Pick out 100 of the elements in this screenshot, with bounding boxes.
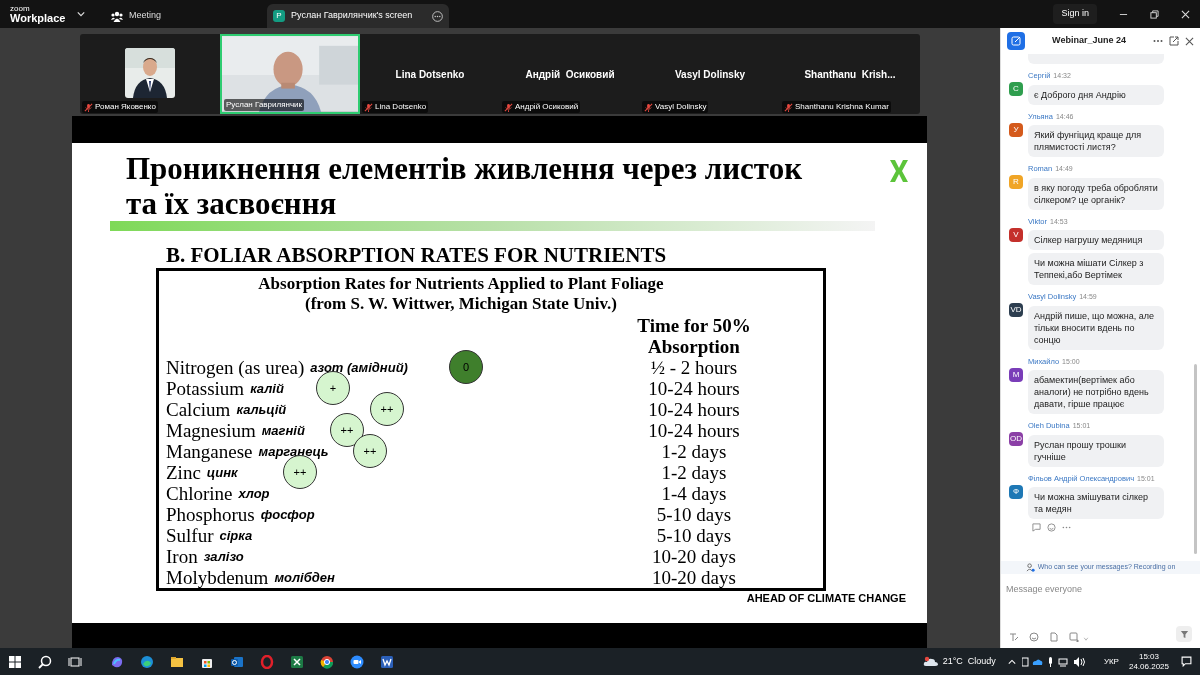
windows-icon[interactable] xyxy=(8,654,22,669)
participant-label: Роман Яковенко xyxy=(95,101,156,113)
message-bubble: в яку погоду треба обробляти сілкером? це органік? xyxy=(1028,177,1164,210)
handwritten-note: магній xyxy=(261,421,305,440)
absorption-time: 1-2 days xyxy=(660,441,728,462)
slide-title: Проникнення елементів живлення через листок xyxy=(126,151,802,186)
nutrient-name: Chlorine xyxy=(166,483,233,504)
compose-icon[interactable] xyxy=(1007,32,1025,50)
avatar: M xyxy=(1009,367,1023,382)
annotation-mark: ++ xyxy=(330,413,364,447)
participant-name: Shanthanu Krish... xyxy=(803,68,897,82)
handwritten-note: сірка xyxy=(219,526,253,545)
emoji-icon[interactable] xyxy=(1029,632,1039,642)
message-input[interactable]: Message everyone xyxy=(1005,578,1196,600)
format-icon[interactable] xyxy=(1009,632,1019,642)
annotation-mark: 0 xyxy=(449,350,483,384)
spreadsheet-app-icon[interactable] xyxy=(290,654,304,669)
logo-text: Workplace xyxy=(10,12,67,24)
absorption-time: 10-20 days xyxy=(651,567,737,588)
annotation-mark: ++ xyxy=(283,455,317,489)
avatar: У xyxy=(1009,122,1023,137)
nutrient-name: Calcium xyxy=(166,399,231,420)
restore-icon[interactable] xyxy=(1150,9,1159,19)
annotation-mark: ++ xyxy=(370,392,404,426)
handwritten-note: цинк xyxy=(206,463,238,482)
avatar: Ф xyxy=(1009,484,1023,499)
tab[interactable]: Meeting xyxy=(105,4,168,28)
x-logo-icon xyxy=(889,159,909,183)
participant-label: Lina Dotsenko xyxy=(375,101,427,113)
logo-text: zoom xyxy=(10,4,31,13)
absorption-time: 1-4 days xyxy=(660,483,728,504)
message-bubble: Чи можна змішувати сілкер та медян xyxy=(1028,487,1164,519)
message-bubble: Сілкер нагрушу медяниця xyxy=(1028,230,1164,250)
language-indicator[interactable]: УКР xyxy=(1103,655,1119,668)
avatar: V xyxy=(1009,227,1023,242)
search-icon[interactable] xyxy=(38,654,52,669)
handwritten-note: залізо xyxy=(203,547,244,566)
close-icon[interactable] xyxy=(1185,36,1194,46)
nutrient-name: Manganese xyxy=(166,441,253,462)
column-header: Time for 50% xyxy=(637,315,751,336)
message-bubble: є Доброго дня Андрію xyxy=(1028,84,1164,105)
handwritten-note: хлор xyxy=(238,484,270,503)
slide-footer: AHEAD OF CLIMATE CHANGE xyxy=(746,589,906,606)
folder-icon[interactable] xyxy=(170,654,184,669)
pop-out-icon[interactable] xyxy=(1169,36,1179,46)
avatar: OD xyxy=(1009,432,1023,446)
people-icon xyxy=(111,10,123,22)
slide-title: та їх засвоєння xyxy=(126,186,337,221)
sign-in-button[interactable]: Sign in xyxy=(1053,4,1097,24)
participant-label: Shanthanu Krishna Kumar xyxy=(795,101,889,113)
nutrient-name: Iron xyxy=(166,546,198,567)
message-bubble: Чи можна мішати Сілкер з Теппекі,або Вертімек xyxy=(1028,253,1164,285)
table-title: Absorption Rates for Nutrients Applied to Plant Foliage xyxy=(258,274,664,294)
absorption-time: ½ - 2 hours xyxy=(649,357,739,378)
notification-icon[interactable] xyxy=(1181,656,1192,667)
mail-app-icon[interactable] xyxy=(230,654,244,669)
avatar: R xyxy=(1009,175,1023,189)
cloud-icon[interactable] xyxy=(922,656,939,667)
browser-icon[interactable] xyxy=(140,654,154,669)
absorption-time: 1-2 days xyxy=(660,462,728,483)
avatar: С xyxy=(1009,82,1023,96)
task-view-icon[interactable] xyxy=(68,654,82,669)
document-app-icon[interactable] xyxy=(380,654,394,669)
video-app-icon[interactable] xyxy=(350,654,364,669)
avatar: VD xyxy=(1009,303,1023,317)
send-button[interactable] xyxy=(1176,626,1192,642)
weather-text: 21°C Cloudy xyxy=(942,654,996,668)
column-header: Absorption xyxy=(648,336,740,357)
handwritten-note: фосфор xyxy=(260,505,315,524)
more-icon[interactable] xyxy=(432,10,444,22)
emoji-icon[interactable] xyxy=(1047,523,1056,532)
tab[interactable]: P Руслан Гаврилянчик's screen xyxy=(267,4,450,28)
nutrient-name: Potassium xyxy=(166,378,245,399)
chevron-down-icon[interactable] xyxy=(77,10,85,18)
handwritten-note: молібден xyxy=(274,568,335,587)
chevron-up-icon[interactable] xyxy=(1007,657,1016,666)
nutrient-name: Magnesium xyxy=(166,420,256,441)
message-bubble: Який фунгіцид краще для плямистості листя? xyxy=(1028,125,1164,157)
message-bubble: абамектин(вертімек або аналоги) не потрібно вдень давати, гірше працює xyxy=(1028,370,1164,414)
circle-app-icon[interactable] xyxy=(320,654,334,669)
message-bubble: Андрій пише, що можна, але тільки вносити вдень по сонцю xyxy=(1028,305,1164,350)
absorption-time: 10-24 hours xyxy=(647,378,741,399)
clock[interactable]: 15:03 24.06.2025 xyxy=(1128,651,1169,672)
annotation-mark: ++ xyxy=(353,434,387,468)
participant-name: Vasyl Dolinsky xyxy=(673,68,746,82)
handwritten-note: кальцій xyxy=(236,400,287,419)
swirl-app-icon[interactable] xyxy=(110,654,124,669)
absorption-time: 5-10 days xyxy=(655,504,733,525)
nutrient-name: Nitrogen (as urea) xyxy=(166,357,305,378)
nutrient-name: Zinc xyxy=(166,462,201,483)
absorption-time: 10-20 days xyxy=(651,546,737,567)
ring-app-icon[interactable] xyxy=(260,654,274,669)
table-title: (from S. W. Wittwer, Michigan State Univ.) xyxy=(305,294,617,314)
slide-subtitle: B. FOLIAR ABSORPTION RATES FOR NUTRIENTS xyxy=(166,244,668,266)
avatar: P xyxy=(273,10,286,22)
message-bubble: Руслан прошу трошки гучніше xyxy=(1028,434,1164,467)
nutrient-name: Molybdenum xyxy=(166,567,269,588)
handwritten-note: калій xyxy=(250,379,284,398)
nutrient-name: Sulfur xyxy=(166,525,214,546)
person-icon xyxy=(1025,563,1035,572)
